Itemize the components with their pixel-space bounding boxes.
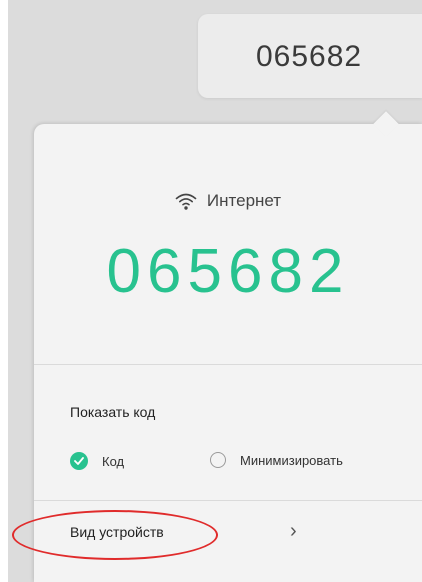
divider <box>34 364 422 365</box>
chevron-right-icon: › <box>290 520 297 542</box>
divider <box>34 500 422 501</box>
option-code[interactable]: Код <box>70 452 124 470</box>
panel-pointer <box>373 111 399 137</box>
option-minimize-label: Минимизировать <box>240 452 343 468</box>
left-edge <box>0 0 8 582</box>
show-code-title: Показать код <box>70 404 156 420</box>
network-label: Интернет <box>206 191 282 210</box>
code-chip-text: 065682 <box>256 40 363 73</box>
option-minimize[interactable]: Минимизировать <box>210 452 343 468</box>
device-view-label: Вид устройств <box>70 524 164 540</box>
wifi-icon <box>175 192 197 210</box>
network-status: Интернет <box>34 186 422 216</box>
connection-panel: Интернет 065682 Показать код Код Минимиз… <box>34 111 422 582</box>
code-chip[interactable]: 065682 <box>198 14 422 98</box>
radio-empty-icon[interactable] <box>210 452 226 468</box>
option-code-label: Код <box>102 453 125 469</box>
connection-code: 065682 <box>106 237 350 306</box>
check-icon[interactable] <box>70 452 88 470</box>
device-view-row[interactable]: Вид устройств › <box>34 504 422 558</box>
